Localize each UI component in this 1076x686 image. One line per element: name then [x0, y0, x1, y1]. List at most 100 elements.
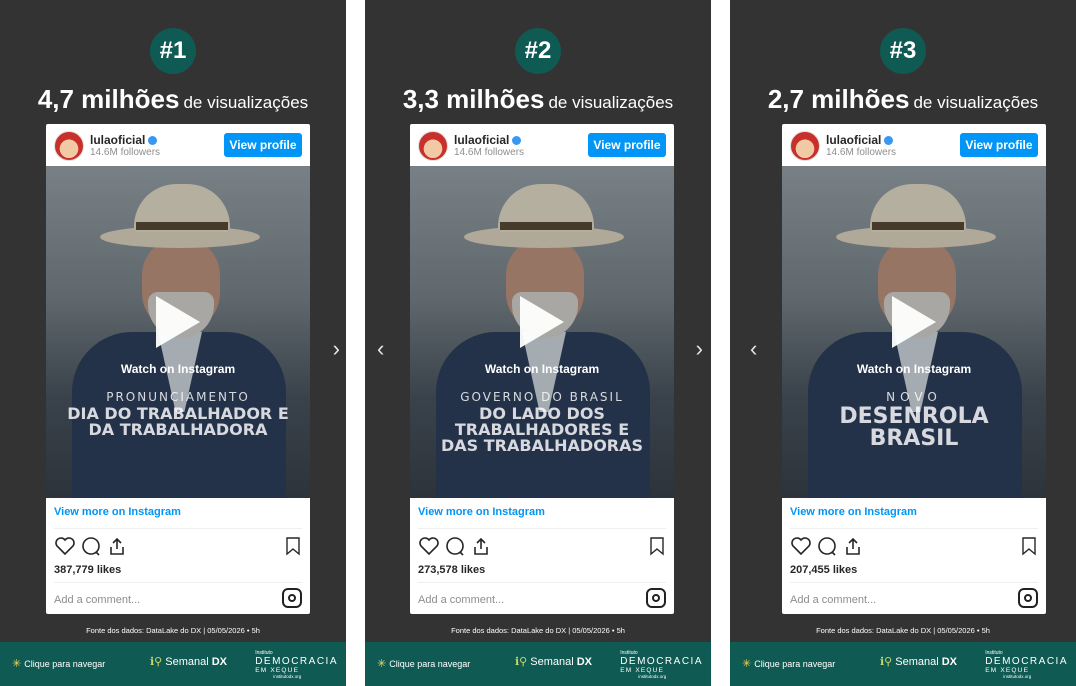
video-caption: PRONUNCIAMENTO DIA DO TRABALHADOR E DA T…	[46, 388, 310, 438]
instagram-logo-icon[interactable]	[646, 588, 666, 608]
username[interactable]: lulaoficial	[826, 133, 881, 147]
view-profile-button[interactable]: View profile	[588, 133, 666, 157]
brand-main: DEMOCRACIA	[985, 656, 1068, 667]
instagram-embed: lulaoficial 14.6M followers View profile…	[782, 124, 1046, 614]
next-arrow-icon[interactable]: ›	[696, 338, 703, 360]
play-icon[interactable]	[520, 296, 564, 348]
views-headline: 3,3 milhões de visualizações	[365, 84, 711, 115]
share-icon[interactable]	[470, 536, 492, 556]
watch-on-instagram[interactable]: Watch on Instagram	[782, 362, 1046, 376]
brand-sub: EM XEQUE	[985, 667, 1030, 674]
semanal-dx-label: DX	[941, 656, 958, 668]
semanal-logo-icon: ℹ⚲	[150, 656, 163, 668]
bookmark-icon[interactable]	[1020, 536, 1038, 556]
username-link[interactable]: lulaoficial	[90, 133, 158, 147]
bookmark-icon[interactable]	[648, 536, 666, 556]
comment-icon[interactable]	[444, 536, 466, 556]
semanal-dx-logo: ℹ⚲ Semanal DX	[515, 655, 592, 668]
heart-icon[interactable]	[54, 536, 76, 556]
watch-on-instagram[interactable]: Watch on Instagram	[410, 362, 674, 376]
semanal-label: Semanal	[530, 656, 574, 668]
democracia-em-xeque-logo: Instituto DEMOCRACIA EM XEQUE institutod…	[255, 650, 338, 679]
brand-sub: EM XEQUE	[620, 667, 665, 674]
caption-kicker: NOVO	[886, 390, 942, 404]
view-more-link[interactable]: View more on Instagram	[54, 506, 181, 518]
heart-icon[interactable]	[418, 536, 440, 556]
comment-icon[interactable]	[80, 536, 102, 556]
caption-kicker: GOVERNO DO BRASIL	[460, 390, 624, 404]
instagram-logo-icon[interactable]	[1018, 588, 1038, 608]
bookmark-icon[interactable]	[284, 536, 302, 556]
embed-header: lulaoficial 14.6M followers View profile	[46, 124, 310, 166]
embed-header: lulaoficial 14.6M followers View profile	[782, 124, 1046, 166]
navigate-hint[interactable]: ✳ Clique para navegar	[377, 657, 470, 670]
share-icon[interactable]	[842, 536, 864, 556]
verified-icon	[148, 136, 158, 146]
caption-kicker: PRONUNCIAMENTO	[106, 390, 250, 404]
brand-url: institutodx.org	[638, 674, 667, 679]
data-source-note: Fonte dos dados: DataLake do DX | 05/05/…	[451, 626, 625, 635]
democracia-em-xeque-logo: Instituto DEMOCRACIA EM XEQUE institutod…	[620, 650, 703, 679]
username[interactable]: lulaoficial	[454, 133, 509, 147]
caption-line: BRASIL	[869, 426, 959, 451]
post-panel-3: #3 2,7 milhões de visualizações lulaofici…	[730, 0, 1076, 686]
embed-header: lulaoficial 14.6M followers View profile	[410, 124, 674, 166]
footer-bar: ✳ Clique para navegar ℹ⚲ Semanal DX Instit…	[365, 642, 711, 686]
avatar[interactable]	[54, 131, 84, 161]
views-headline: 2,7 milhões de visualizações	[730, 84, 1076, 115]
navigate-hint[interactable]: ✳ Clique para navegar	[742, 657, 835, 670]
prev-arrow-icon[interactable]: ‹	[750, 338, 757, 360]
avatar[interactable]	[790, 131, 820, 161]
add-comment-field[interactable]: Add a comment...	[790, 594, 876, 606]
prev-arrow-icon[interactable]: ‹	[377, 338, 384, 360]
semanal-dx-logo: ℹ⚲ Semanal DX	[880, 655, 957, 668]
action-bar	[790, 536, 1038, 558]
views-unit: de visualizações	[183, 93, 309, 112]
verified-icon	[512, 136, 522, 146]
watch-on-instagram[interactable]: Watch on Instagram	[46, 362, 310, 376]
data-source-note: Fonte dos dados: DataLake do DX | 05/05/…	[816, 626, 990, 635]
view-profile-button[interactable]: View profile	[960, 133, 1038, 157]
views-unit: de visualizações	[913, 93, 1039, 112]
video-thumbnail[interactable]: Watch on Instagram GOVERNO DO BRASIL DO …	[410, 166, 674, 498]
brand-url: institutodx.org	[1003, 674, 1032, 679]
video-caption: GOVERNO DO BRASIL DO LADO DOS TRABALHADO…	[410, 388, 674, 454]
heart-icon[interactable]	[790, 536, 812, 556]
video-thumbnail[interactable]: Watch on Instagram NOVO DESENROLA BRASIL	[782, 166, 1046, 498]
username[interactable]: lulaoficial	[90, 133, 145, 147]
semanal-dx-label: DX	[576, 656, 593, 668]
views-headline: 4,7 milhões de visualizações	[0, 84, 346, 115]
share-icon[interactable]	[106, 536, 128, 556]
add-comment-field[interactable]: Add a comment...	[418, 594, 504, 606]
next-arrow-icon[interactable]: ›	[333, 338, 340, 360]
view-profile-button[interactable]: View profile	[224, 133, 302, 157]
semanal-logo-icon: ℹ⚲	[880, 656, 893, 668]
democracia-em-xeque-logo: Instituto DEMOCRACIA EM XEQUE institutod…	[985, 650, 1068, 679]
data-source-note: Fonte dos dados: DataLake do DX | 05/05/…	[86, 626, 260, 635]
semanal-label: Semanal	[165, 656, 209, 668]
play-icon[interactable]	[156, 296, 200, 348]
brand-sub: EM XEQUE	[255, 667, 300, 674]
footer-bar: ✳ Clique para navegar ℹ⚲ Semanal DX Instit…	[0, 642, 346, 686]
username-link[interactable]: lulaoficial	[454, 133, 522, 147]
video-caption: NOVO DESENROLA BRASIL	[782, 388, 1046, 450]
play-icon[interactable]	[892, 296, 936, 348]
video-thumbnail[interactable]: Watch on Instagram PRONUNCIAMENTO DIA DO…	[46, 166, 310, 498]
brand-url: institutodx.org	[273, 674, 302, 679]
verified-icon	[884, 136, 894, 146]
navigate-hint[interactable]: ✳ Clique para navegar	[12, 657, 105, 670]
username-link[interactable]: lulaoficial	[826, 133, 894, 147]
view-more-link[interactable]: View more on Instagram	[418, 506, 545, 518]
divider	[790, 582, 1038, 583]
rank-badge: #1	[150, 28, 196, 74]
instagram-logo-icon[interactable]	[282, 588, 302, 608]
add-comment-field[interactable]: Add a comment...	[54, 594, 140, 606]
views-number: 3,3 milhões	[402, 84, 545, 114]
comment-icon[interactable]	[816, 536, 838, 556]
brand-main: DEMOCRACIA	[255, 656, 338, 667]
avatar[interactable]	[418, 131, 448, 161]
post-panel-1: #1 4,7 milhões de visualizações lulaofici…	[0, 0, 346, 686]
view-more-link[interactable]: View more on Instagram	[790, 506, 917, 518]
navigate-hint-label: Clique para navegar	[24, 659, 106, 669]
views-number: 4,7 milhões	[37, 84, 180, 114]
